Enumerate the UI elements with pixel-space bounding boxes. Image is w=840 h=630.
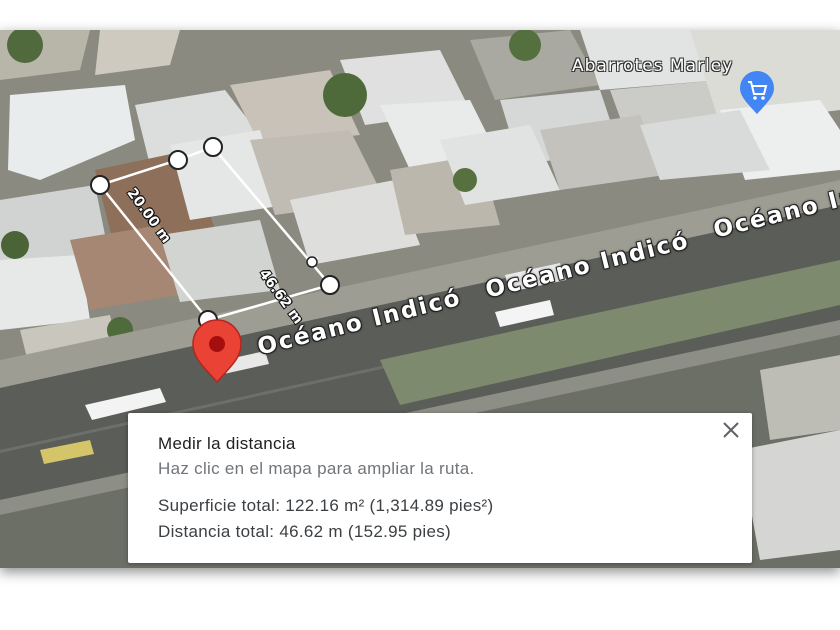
panel-title: Medir la distancia <box>158 434 296 453</box>
close-icon <box>723 422 739 438</box>
measure-vertex <box>306 256 318 268</box>
panel-hint: Haz clic en el mapa para ampliar la ruta… <box>158 459 475 478</box>
measure-vertex <box>320 275 340 295</box>
measure-vertex <box>203 137 223 157</box>
total-distance: Distancia total: 46.62 m (152.95 pies) <box>158 522 451 541</box>
total-area: Superficie total: 122.16 m² (1,314.89 pi… <box>158 496 494 515</box>
map-frame[interactable]: Océano Indicó Océano Indicó Océano Indic… <box>0 30 840 568</box>
poi-label[interactable]: Abarrotes Marley <box>572 56 733 76</box>
measure-vertex <box>168 150 188 170</box>
measure-vertex <box>90 175 110 195</box>
close-button[interactable] <box>718 417 744 443</box>
measure-distance-panel: Medir la distancia Haz clic en el mapa p… <box>128 413 752 563</box>
